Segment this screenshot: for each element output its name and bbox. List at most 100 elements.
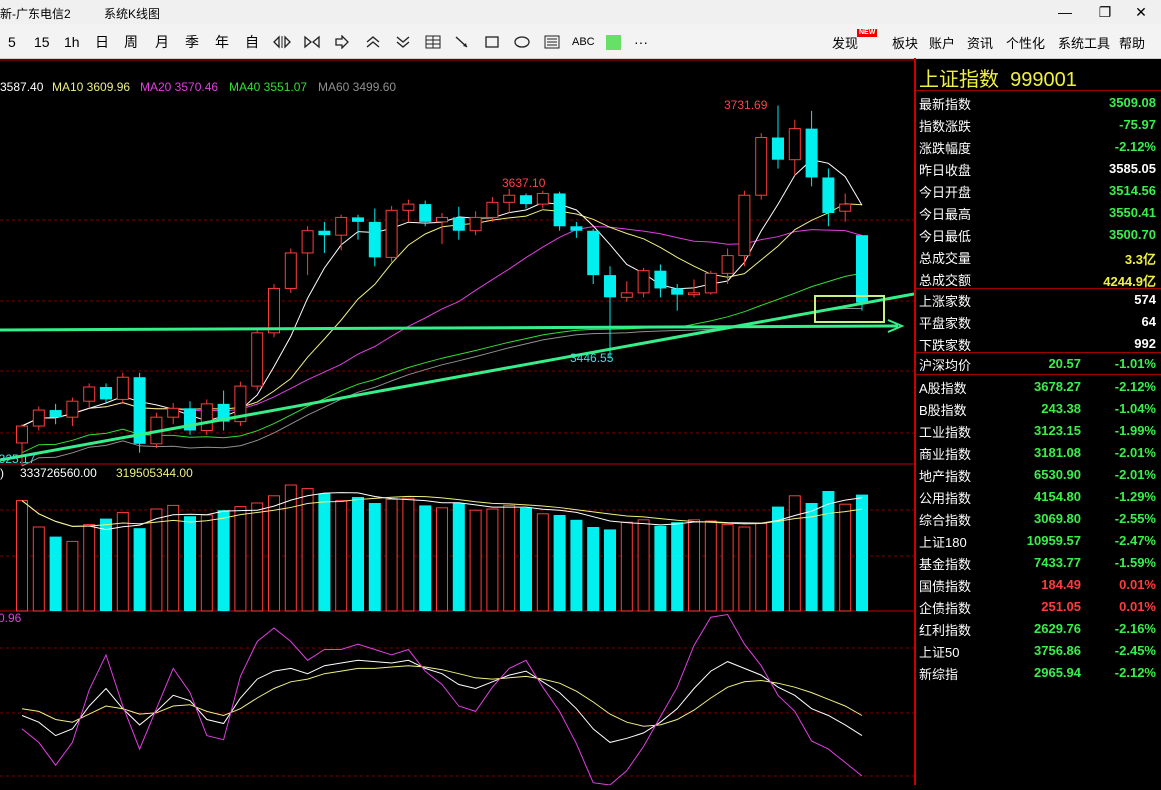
- period-year-button[interactable]: 年: [215, 33, 229, 51]
- avg-price-row[interactable]: 沪深均价 20.57 -1.01%: [916, 352, 1161, 374]
- index-row-10-change: 0.01%: [1119, 599, 1156, 614]
- index-row-8-value: 7433.77: [1034, 555, 1081, 570]
- period-custom-button[interactable]: 自: [245, 33, 259, 51]
- menu-discover[interactable]: 发现: [832, 33, 858, 52]
- app-title: 新-广东电信2: [0, 7, 71, 21]
- candle-body-down: [318, 230, 331, 236]
- avg-price-change: -1.01%: [1114, 356, 1156, 371]
- quote-row-2-label: 涨跌幅度: [919, 141, 972, 156]
- menu-personalize[interactable]: 个性化: [1006, 33, 1045, 52]
- index-row-9-change: 0.01%: [1119, 577, 1156, 592]
- index-row-4[interactable]: 地产指数 6530.90 -2.01%: [916, 463, 1161, 485]
- quote-row-8[interactable]: 总成交额 4244.9亿: [916, 267, 1161, 289]
- index-row-13[interactable]: 新综指 2965.94 -2.12%: [916, 661, 1161, 683]
- volume-bar-down: [419, 505, 432, 611]
- menu-system-tools[interactable]: 系统工具: [1058, 33, 1110, 52]
- period-week-button[interactable]: 周: [124, 33, 138, 51]
- index-row-7[interactable]: 上证180 10959.57 -2.47%: [916, 529, 1161, 551]
- index-row-1[interactable]: B股指数 243.38 -1.04%: [916, 397, 1161, 419]
- period-quarter-button[interactable]: 季: [185, 33, 199, 51]
- candle-body-up: [704, 272, 717, 294]
- period-1h-button[interactable]: 1h: [64, 33, 80, 51]
- index-row-3[interactable]: 商业指数 3181.08 -2.01%: [916, 441, 1161, 463]
- more-tools-button[interactable]: ···: [634, 33, 648, 51]
- index-row-11-change: -2.16%: [1114, 621, 1156, 636]
- ma5-legend: 3587.40: [0, 80, 44, 94]
- index-row-2[interactable]: 工业指数 3123.15 -1.99%: [916, 419, 1161, 441]
- text-note-icon[interactable]: [541, 32, 563, 52]
- volume-bar-up: [755, 522, 768, 612]
- period-day-button[interactable]: 日: [95, 33, 109, 51]
- volume-legend-prefix: ): [0, 466, 4, 480]
- quote-row-2[interactable]: 涨跌幅度 -2.12%: [916, 135, 1161, 157]
- quote-row-6[interactable]: 今日最低 3500.70: [916, 223, 1161, 245]
- arrow-right-icon[interactable]: [331, 32, 353, 52]
- candle-body-up: [788, 128, 801, 161]
- grid-layout-icon[interactable]: [422, 32, 444, 52]
- volume-bar-up: [704, 520, 717, 612]
- quote-row-3-value: 3585.05: [1109, 161, 1156, 176]
- index-row-6[interactable]: 综合指数 3069.80 -2.55%: [916, 507, 1161, 529]
- menu-help[interactable]: 帮助: [1119, 33, 1145, 52]
- index-row-0[interactable]: A股指数 3678.27 -2.12%: [916, 375, 1161, 397]
- candle-body-down: [100, 386, 112, 400]
- quote-row-5[interactable]: 今日最高 3550.41: [916, 201, 1161, 223]
- maximize-button[interactable]: ❐: [1085, 0, 1125, 24]
- breadth-row-0-value: 574: [1134, 292, 1156, 307]
- menu-sector[interactable]: 板块: [892, 33, 918, 52]
- candle-body-down: [520, 195, 532, 205]
- zoom-horizontal-icon[interactable]: [271, 32, 293, 52]
- index-row-9[interactable]: 国债指数 184.49 0.01%: [916, 573, 1161, 595]
- quote-row-1[interactable]: 指数涨跌 -75.97: [916, 113, 1161, 135]
- index-row-2-label: 工业指数: [919, 425, 972, 440]
- candle-body-up: [167, 407, 180, 418]
- zoom-in-horizontal-icon[interactable]: [301, 32, 323, 52]
- period-5min-button[interactable]: 5: [8, 33, 16, 51]
- kline-chart-svg[interactable]: 3587.40 MA10 3609.96 MA20 3570.46 MA40 3…: [0, 58, 915, 786]
- panel-title: 上证指数 999001: [919, 69, 1077, 91]
- breadth-row-0[interactable]: 上涨家数 574: [916, 288, 1161, 310]
- chevron-up-double-icon[interactable]: [362, 32, 384, 52]
- new-badge: NEW: [857, 29, 878, 37]
- draw-line-icon[interactable]: [451, 32, 473, 52]
- index-row-8[interactable]: 基金指数 7433.77 -1.59%: [916, 551, 1161, 573]
- volume-bar-down: [654, 525, 667, 611]
- index-row-11[interactable]: 红利指数 2629.76 -2.16%: [916, 617, 1161, 639]
- quote-row-5-value: 3550.41: [1109, 205, 1156, 220]
- volume-bar-down: [452, 503, 465, 611]
- volume-bar-down: [587, 527, 600, 611]
- avg-price-label: 沪深均价: [919, 358, 972, 373]
- index-row-3-value: 3181.08: [1034, 445, 1081, 460]
- index-row-10[interactable]: 企债指数 251.05 0.01%: [916, 595, 1161, 617]
- volume-bar-up: [16, 500, 28, 612]
- index-row-12-label: 上证50: [919, 645, 960, 660]
- minimize-button[interactable]: —: [1045, 0, 1085, 24]
- index-row-0-change: -2.12%: [1114, 379, 1156, 394]
- quote-row-0[interactable]: 最新指数 3509.08: [916, 91, 1161, 113]
- kline-chart-area[interactable]: 3587.40 MA10 3609.96 MA20 3570.46 MA40 3…: [0, 58, 915, 786]
- index-row-12[interactable]: 上证50 3756.86 -2.45%: [916, 639, 1161, 661]
- breadth-row-2[interactable]: 下跌家数 992: [916, 332, 1161, 354]
- quote-row-3[interactable]: 昨日收盘 3585.05: [916, 157, 1161, 179]
- period-15min-button[interactable]: 15: [34, 33, 50, 51]
- chevron-down-double-icon[interactable]: [392, 32, 414, 52]
- period-month-button[interactable]: 月: [155, 33, 169, 51]
- index-row-5[interactable]: 公用指数 4154.80 -1.29%: [916, 485, 1161, 507]
- quote-row-7[interactable]: 总成交量 3.3亿: [916, 245, 1161, 267]
- candle-body-down: [452, 217, 465, 231]
- menu-news[interactable]: 资讯: [967, 33, 993, 52]
- draw-ellipse-icon[interactable]: [511, 32, 533, 52]
- draw-rectangle-icon[interactable]: [481, 32, 503, 52]
- menu-account[interactable]: 账户: [929, 33, 955, 52]
- close-button[interactable]: ✕: [1121, 0, 1161, 24]
- breadth-row-1[interactable]: 平盘家数 64: [916, 310, 1161, 332]
- mid-high-price-label: 3637.10: [502, 176, 546, 190]
- color-swatch-icon[interactable]: [602, 32, 624, 52]
- candle-body-up: [116, 376, 129, 400]
- quote-row-4[interactable]: 今日开盘 3514.56: [916, 179, 1161, 201]
- volume-bar-up: [66, 540, 79, 612]
- abc-text-tool[interactable]: ABC: [572, 33, 595, 51]
- index-row-0-label: A股指数: [919, 381, 967, 396]
- volume-bar-up: [268, 495, 280, 612]
- candle-body-up: [268, 287, 280, 334]
